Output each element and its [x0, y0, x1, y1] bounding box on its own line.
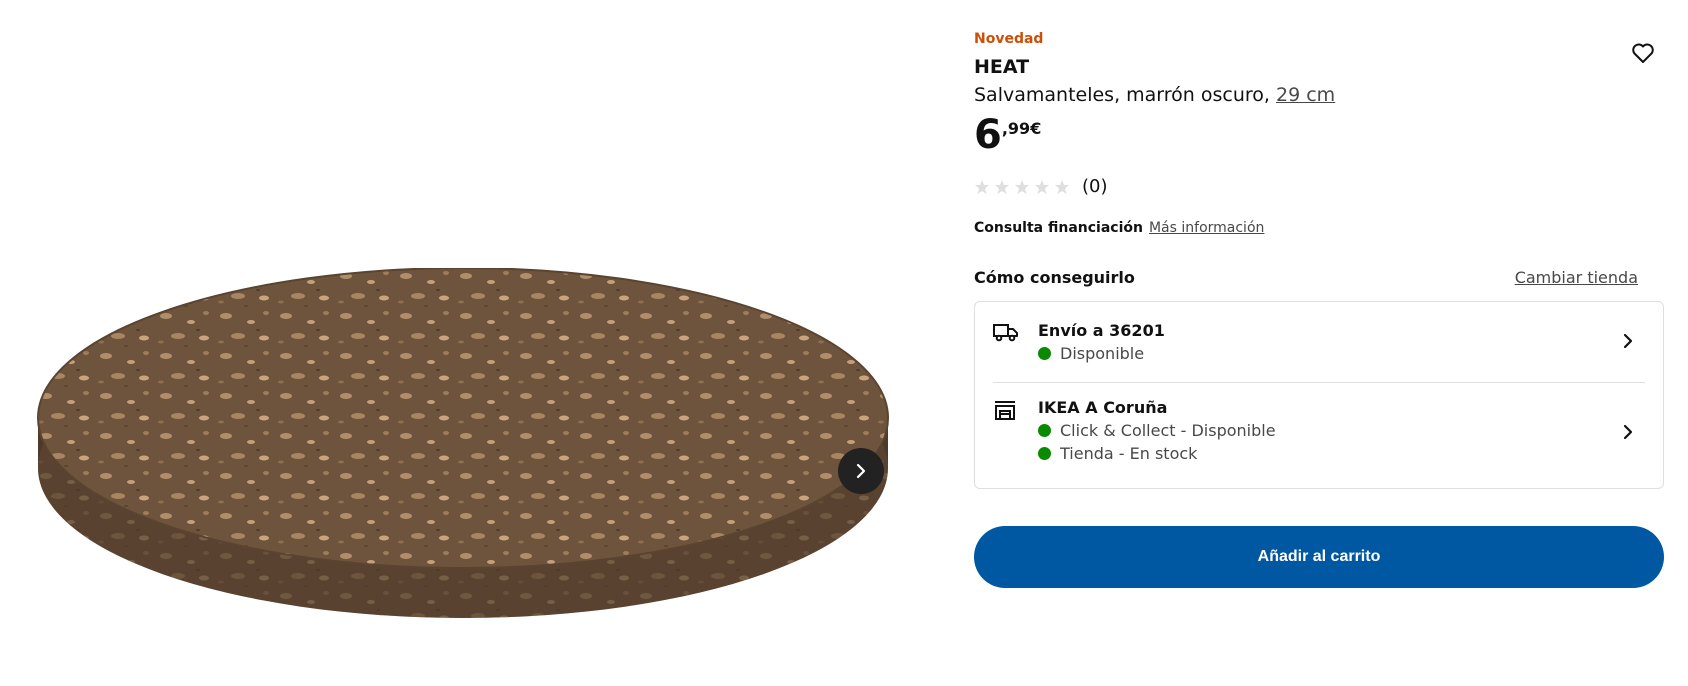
product-image-gallery	[0, 0, 900, 686]
store-status-collect-text: Click & Collect - Disponible	[1060, 421, 1276, 440]
product-info-panel: Novedad HEAT Salvamanteles, marrón oscur…	[974, 0, 1664, 686]
status-dot	[1038, 347, 1051, 360]
price-decimal: ,99€	[1001, 119, 1042, 138]
product-description-text: Salvamanteles, marrón oscuro,	[974, 84, 1276, 106]
chevron-right-icon	[1623, 333, 1633, 349]
delivery-option[interactable]: Envío a 36201 Disponible	[975, 302, 1663, 382]
price-integer: 6	[974, 112, 1002, 158]
size-link[interactable]: 29 cm	[1276, 84, 1335, 106]
truck-icon	[993, 324, 1018, 342]
star-icon	[995, 179, 1009, 194]
availability-card: Envío a 36201 Disponible IKEA A Coruña C…	[974, 301, 1664, 489]
financing-label: Consulta financiación	[974, 220, 1143, 236]
store-status-stock-text: Tienda - En stock	[1060, 444, 1198, 463]
star-icon	[1055, 179, 1069, 194]
new-badge: Novedad	[974, 31, 1044, 47]
store-status-collect: Click & Collect - Disponible	[1038, 421, 1276, 440]
financing-info: Consulta financiación Más información	[974, 220, 1264, 236]
chevron-right-icon	[856, 463, 866, 479]
product-price: 6 ,99€	[974, 113, 1041, 157]
product-description: Salvamanteles, marrón oscuro, 29 cm	[974, 84, 1335, 106]
status-dot	[1038, 447, 1051, 460]
store-status-stock: Tienda - En stock	[1038, 444, 1197, 463]
store-icon	[995, 401, 1015, 420]
status-dot	[1038, 424, 1051, 437]
star-icon	[1035, 179, 1049, 194]
favorite-button[interactable]	[1628, 38, 1658, 68]
product-image	[37, 268, 889, 618]
delivery-title: Envío a 36201	[1038, 321, 1165, 340]
store-option[interactable]: IKEA A Coruña Click & Collect - Disponib…	[975, 383, 1663, 489]
star-icon	[1015, 179, 1029, 194]
delivery-status-text: Disponible	[1060, 344, 1145, 363]
star-icon	[975, 179, 989, 194]
delivery-status: Disponible	[1038, 344, 1144, 363]
store-title: IKEA A Coruña	[1038, 398, 1168, 417]
product-rating[interactable]: (0)	[974, 176, 1108, 197]
rating-stars	[974, 179, 1070, 195]
next-image-button[interactable]	[838, 448, 884, 494]
change-store-link[interactable]: Cambiar tienda	[1515, 268, 1638, 287]
chevron-right-icon	[1623, 424, 1633, 440]
more-info-link[interactable]: Más información	[1149, 220, 1264, 236]
heart-icon	[1632, 43, 1654, 63]
how-to-get-title: Cómo conseguirlo	[974, 268, 1135, 287]
add-to-cart-button[interactable]: Añadir al carrito	[974, 526, 1664, 588]
review-count: (0)	[1082, 176, 1108, 197]
product-name: HEAT	[974, 56, 1030, 78]
